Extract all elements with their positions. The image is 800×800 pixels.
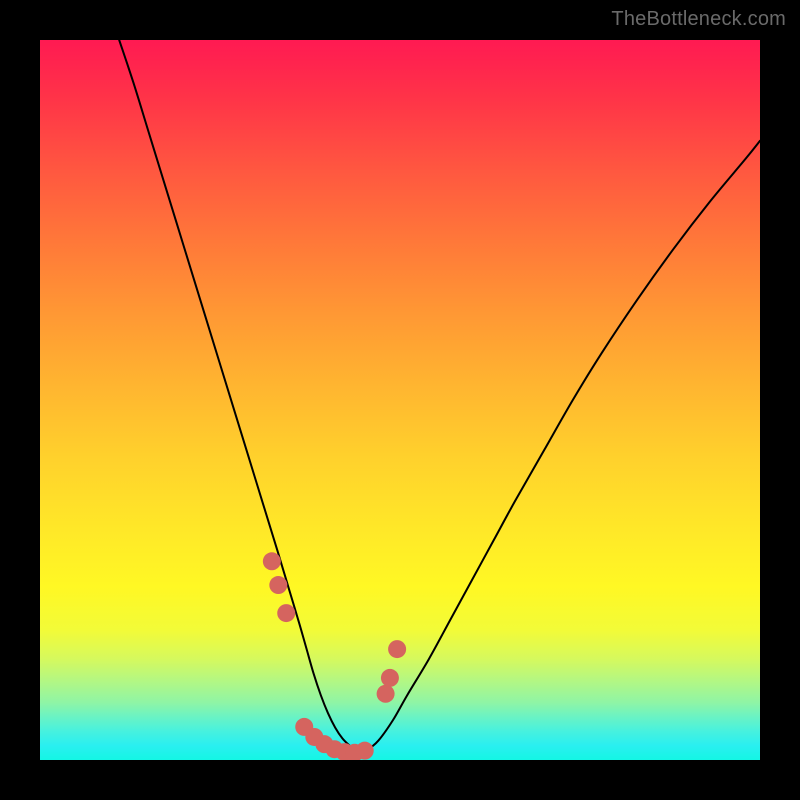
chart-marker <box>263 552 281 570</box>
chart-marker <box>277 604 295 622</box>
chart-plot <box>40 40 760 760</box>
chart-marker <box>377 685 395 703</box>
chart-markers <box>263 552 406 760</box>
chart-marker <box>356 742 374 760</box>
watermark: TheBottleneck.com <box>611 8 786 31</box>
bottleneck-curve <box>119 40 760 752</box>
chart-marker <box>269 576 287 594</box>
chart-marker <box>381 669 399 687</box>
chart-container <box>40 40 760 760</box>
chart-marker <box>388 640 406 658</box>
